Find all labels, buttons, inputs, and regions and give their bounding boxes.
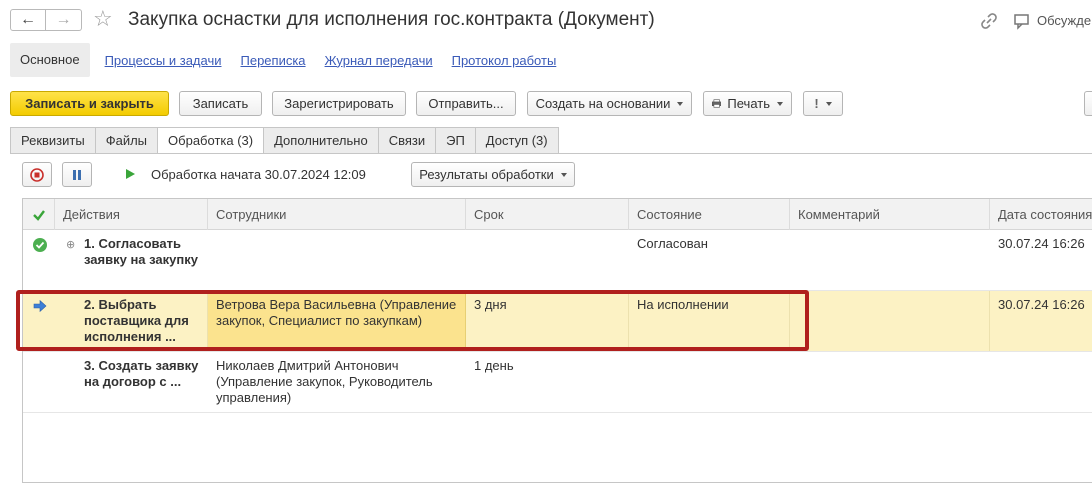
tab-requisites[interactable]: Реквизиты (10, 127, 96, 154)
row-comment (790, 291, 990, 351)
header-comment[interactable]: Комментарий (790, 199, 990, 230)
chevron-down-icon (825, 101, 832, 106)
link-processes-tasks[interactable]: Процессы и задачи (101, 53, 226, 68)
table-header: Действия Сотрудники Срок Состояние Комме… (23, 199, 1092, 230)
exclamation-icon: ! (814, 96, 819, 111)
arrow-right-icon (33, 299, 47, 313)
processing-results-button[interactable]: Результаты обработки (411, 162, 575, 187)
row-comment (790, 352, 990, 412)
more-button[interactable] (1084, 91, 1092, 116)
header-state-date[interactable]: Дата состояния (990, 199, 1092, 230)
title-bar: ← → ☆ Закупка оснастки для исполнения го… (0, 0, 1092, 40)
printer-icon (712, 99, 722, 108)
tab-files[interactable]: Файлы (95, 127, 159, 154)
tab-divider (10, 153, 1092, 154)
discussion-icon[interactable] (1013, 12, 1031, 30)
save-and-close-button[interactable]: Записать и закрыть (10, 91, 169, 116)
discussion-label[interactable]: Обсуждение (1037, 13, 1092, 28)
stop-icon (30, 167, 44, 182)
stop-button[interactable] (22, 162, 52, 187)
checkmark-icon (33, 210, 45, 221)
expand-icon[interactable]: ⊕ (66, 238, 75, 251)
tab-strip: Реквизиты Файлы Обработка (3) Дополнител… (10, 127, 559, 154)
print-button[interactable]: Печать (703, 91, 792, 116)
row-state: Согласован (637, 236, 708, 251)
chevron-down-icon (677, 101, 684, 106)
row-employees: Ветрова Вера Васильевна (Управление заку… (208, 291, 466, 351)
tab-processing[interactable]: Обработка (3) (158, 127, 265, 154)
row-comment (790, 230, 990, 290)
row-state-date (990, 352, 1092, 412)
pause-icon (73, 169, 81, 180)
link-main[interactable]: Основное (10, 43, 90, 77)
arrow-right-icon: → (55, 11, 72, 28)
send-button[interactable]: Отправить... (416, 91, 516, 116)
check-circle-icon (33, 238, 47, 252)
row-action: 1. Согласовать заявку на закупку (84, 236, 198, 267)
header-status-column[interactable] (23, 199, 55, 230)
save-button[interactable]: Записать (179, 91, 262, 116)
row-action: 2. Выбрать поставщика для исполнения ... (55, 291, 208, 351)
section-links: Основное Процессы и задачи Переписка Жур… (10, 43, 560, 77)
play-icon (126, 169, 135, 179)
processing-table: Действия Сотрудники Срок Состояние Комме… (22, 198, 1092, 483)
header-employees[interactable]: Сотрудники (208, 199, 466, 230)
link-icon[interactable] (980, 12, 998, 30)
arrow-left-icon: ← (20, 11, 36, 28)
processing-toolbar: Обработка начата 30.07.2024 12:09 Резуль… (10, 162, 1092, 188)
table-row-selected[interactable]: 2. Выбрать поставщика для исполнения ...… (23, 291, 1092, 352)
tab-additional[interactable]: Дополнительно (264, 127, 379, 154)
tab-signatures[interactable]: ЭП (436, 127, 476, 154)
importance-button[interactable]: ! (803, 91, 843, 116)
chevron-down-icon (777, 101, 783, 106)
back-button[interactable]: ← (10, 9, 46, 31)
row-employees: Николаев Дмитрий Антонович (Управление з… (216, 358, 433, 405)
row-action: 3. Создать заявку на договор с ... (84, 358, 199, 389)
header-deadline[interactable]: Срок (466, 199, 629, 230)
row-state (629, 352, 790, 412)
tab-access[interactable]: Доступ (3) (475, 127, 559, 154)
table-row[interactable]: ⊕ 1. Согласовать заявку на закупку Согла… (23, 230, 1092, 291)
row-deadline: 3 дня (466, 291, 629, 351)
processing-results-label: Результаты обработки (419, 167, 554, 182)
processing-status: Обработка начата 30.07.2024 12:09 (151, 167, 366, 182)
create-based-on-label: Создать на основании (535, 96, 671, 111)
chevron-down-icon (560, 172, 567, 177)
window-title: Закупка оснастки для исполнения гос.конт… (128, 9, 655, 30)
row-state-date: 30.07.24 16:26 (998, 236, 1085, 251)
header-actions[interactable]: Действия (55, 199, 208, 230)
create-based-on-button[interactable]: Создать на основании (527, 91, 692, 116)
print-label: Печать (727, 96, 770, 111)
link-work-log[interactable]: Протокол работы (448, 53, 561, 68)
pause-button[interactable] (62, 162, 92, 187)
table-row[interactable]: 3. Создать заявку на договор с ... Никол… (23, 352, 1092, 413)
link-correspondence[interactable]: Переписка (237, 53, 310, 68)
forward-button[interactable]: → (46, 9, 82, 31)
row-deadline: 1 день (474, 358, 514, 373)
header-state[interactable]: Состояние (629, 199, 790, 230)
row-employees (208, 230, 466, 290)
link-transfer-journal[interactable]: Журнал передачи (321, 53, 437, 68)
row-deadline (466, 230, 629, 290)
row-state: На исполнении (629, 291, 790, 351)
favorite-star-icon[interactable]: ☆ (93, 7, 113, 31)
row-state-date: 30.07.24 16:26 (998, 297, 1085, 312)
tab-links[interactable]: Связи (378, 127, 437, 154)
register-button[interactable]: Зарегистрировать (272, 91, 406, 116)
